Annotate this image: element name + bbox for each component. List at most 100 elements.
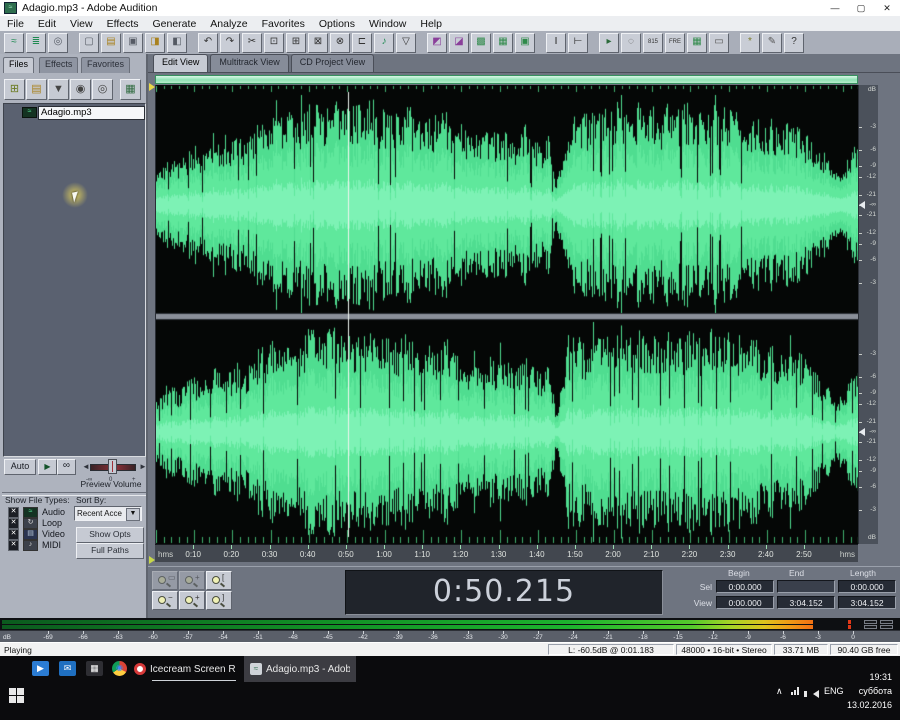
- chevron-down-icon[interactable]: ▼: [126, 508, 140, 521]
- open-folder-button[interactable]: ▤: [26, 79, 47, 100]
- checkbox-loop[interactable]: ✕: [8, 518, 19, 529]
- bit-depth-button[interactable]: 815: [643, 33, 663, 53]
- insert-multitrack-button[interactable]: ◉: [70, 79, 91, 100]
- menu-help[interactable]: Help: [413, 18, 449, 30]
- redo-button[interactable]: ↷: [220, 33, 240, 53]
- waveform-scrollbar[interactable]: [155, 75, 858, 84]
- play-options-button[interactable]: ▸: [599, 33, 619, 53]
- checkbox-video[interactable]: ✕: [8, 529, 19, 540]
- clip-indicator[interactable]: [864, 620, 877, 624]
- zoom-out-button[interactable]: −: [152, 591, 178, 610]
- tray-time[interactable]: 19:31: [869, 672, 892, 682]
- tab-multitrack-view[interactable]: Multitrack View: [210, 54, 288, 72]
- trim-button[interactable]: ⊏: [352, 33, 372, 53]
- menu-view[interactable]: View: [63, 18, 100, 30]
- taskbar-app-icecream[interactable]: Icecream Screen Reco...: [128, 656, 242, 682]
- maximize-button[interactable]: ▢: [848, 3, 874, 14]
- save-file-button[interactable]: ▣: [123, 33, 143, 53]
- advanced-options-button[interactable]: ▦: [120, 79, 141, 100]
- level-meter-scale[interactable]: dB-69-66-63-60-57-54-51-48-45-42-39-36-3…: [0, 630, 900, 642]
- timeline-ruler[interactable]: 0:100:200:300:400:501:001:101:201:301:40…: [155, 544, 858, 562]
- tab-effects[interactable]: Effects: [39, 57, 78, 73]
- help-button[interactable]: ?: [784, 33, 804, 53]
- menu-window[interactable]: Window: [362, 18, 413, 30]
- sort-by-select[interactable]: Recent Acce ▼: [74, 506, 142, 521]
- waveform-canvas[interactable]: [155, 85, 859, 544]
- level-meter[interactable]: [0, 618, 900, 630]
- db-ruler[interactable]: -3-3-6-6-9-9-12-12-21-21-∞-3-3-6-6-9-9-1…: [858, 85, 878, 544]
- tray-date[interactable]: 13.02.2016: [847, 700, 892, 710]
- zoom-left-edge-button[interactable]: [: [206, 571, 232, 590]
- volume-down-arrow[interactable]: ◄: [82, 462, 90, 471]
- network-icon[interactable]: [791, 687, 799, 695]
- mail-icon[interactable]: ✉: [59, 661, 76, 676]
- delete-button[interactable]: ⊗: [330, 33, 350, 53]
- volume-up-arrow[interactable]: ►: [139, 462, 147, 471]
- frequency-button[interactable]: FRE: [665, 33, 685, 53]
- auto-play-button[interactable]: Auto: [4, 459, 36, 475]
- minimize-button[interactable]: —: [822, 3, 848, 14]
- preview-volume-thumb[interactable]: [108, 459, 117, 474]
- convert-sample-type-button[interactable]: ♪: [374, 33, 394, 53]
- zoom-right-edge-button[interactable]: ]: [206, 591, 232, 610]
- movies-tv-icon[interactable]: ▶: [32, 661, 49, 676]
- menu-favorites[interactable]: Favorites: [255, 18, 312, 30]
- checkbox-midi[interactable]: ✕: [8, 540, 19, 551]
- tab-edit-view[interactable]: Edit View: [153, 54, 208, 72]
- close-button[interactable]: ✕: [874, 3, 900, 14]
- menu-edit[interactable]: Edit: [31, 18, 63, 30]
- import-file-button[interactable]: ⊞: [4, 79, 25, 100]
- tab-cd-project-view[interactable]: CD Project View: [291, 54, 374, 72]
- tab-files[interactable]: Files: [3, 57, 34, 73]
- insert-cd-button[interactable]: ◎: [92, 79, 113, 100]
- menu-analyze[interactable]: Analyze: [203, 18, 254, 30]
- paste-button[interactable]: ⊞: [286, 33, 306, 53]
- tray-weekday[interactable]: суббота: [859, 686, 892, 696]
- taskbar-app-audition[interactable]: ≈Adagio.mp3 - Adobe ...: [244, 656, 356, 682]
- file-list[interactable]: ≈Adagio.mp3: [3, 103, 146, 457]
- zoom-in-button[interactable]: +: [179, 591, 205, 610]
- tray-chevron-icon[interactable]: ∧: [776, 686, 783, 697]
- menu-file[interactable]: File: [0, 18, 31, 30]
- tray-language[interactable]: ENG: [824, 686, 844, 696]
- undo-button[interactable]: ↶: [198, 33, 218, 53]
- file-list-item[interactable]: ≈Adagio.mp3: [22, 106, 145, 119]
- calculator-icon[interactable]: ▦: [86, 661, 103, 676]
- cd-project-view-button[interactable]: ◎: [48, 33, 68, 53]
- mix-paste-button[interactable]: ⊠: [308, 33, 328, 53]
- scrub-tool-button[interactable]: ◌: [621, 33, 641, 53]
- copy-button[interactable]: ⊡: [264, 33, 284, 53]
- group-waveform-normalize-button[interactable]: ▣: [515, 33, 535, 53]
- menu-effects[interactable]: Effects: [100, 18, 146, 30]
- preview-loop-button[interactable]: ∞: [57, 459, 76, 475]
- time-selection-tool-button[interactable]: I: [546, 33, 566, 53]
- clip-indicator[interactable]: [864, 625, 877, 629]
- show-opts-button[interactable]: Show Opts: [76, 527, 144, 543]
- clip-indicator[interactable]: [880, 625, 893, 629]
- save-as-button[interactable]: ◨: [145, 33, 165, 53]
- options-grid-button[interactable]: ▦: [687, 33, 707, 53]
- menu-generate[interactable]: Generate: [146, 18, 204, 30]
- chrome-icon[interactable]: ◉: [112, 661, 127, 676]
- open-file-button[interactable]: ▤: [101, 33, 121, 53]
- preview-play-button[interactable]: ▶: [38, 459, 57, 475]
- close-file-button[interactable]: ▼: [48, 79, 69, 100]
- volume-icon[interactable]: [813, 690, 819, 698]
- waveform-view-button[interactable]: ≈: [4, 33, 24, 53]
- tab-favorites[interactable]: Favorites: [81, 57, 130, 73]
- multitrack-view-button[interactable]: ≣: [26, 33, 46, 53]
- clip-indicator[interactable]: [880, 620, 893, 624]
- phase-view-button[interactable]: ◪: [449, 33, 469, 53]
- marquee-tool-button[interactable]: ⊢: [568, 33, 588, 53]
- full-paths-button[interactable]: Full Paths: [76, 543, 144, 559]
- amplitude-statistics-button[interactable]: ▦: [493, 33, 513, 53]
- marker-button[interactable]: ▽: [396, 33, 416, 53]
- cut-button[interactable]: ✂: [242, 33, 262, 53]
- new-file-button[interactable]: ▢: [79, 33, 99, 53]
- start-button[interactable]: [9, 688, 25, 704]
- save-all-button[interactable]: ◧: [167, 33, 187, 53]
- scripts-button[interactable]: *: [740, 33, 760, 53]
- window-layout-button[interactable]: ▭: [709, 33, 729, 53]
- checkbox-audio[interactable]: ✕: [8, 507, 19, 518]
- frequency-analysis-button[interactable]: ▩: [471, 33, 491, 53]
